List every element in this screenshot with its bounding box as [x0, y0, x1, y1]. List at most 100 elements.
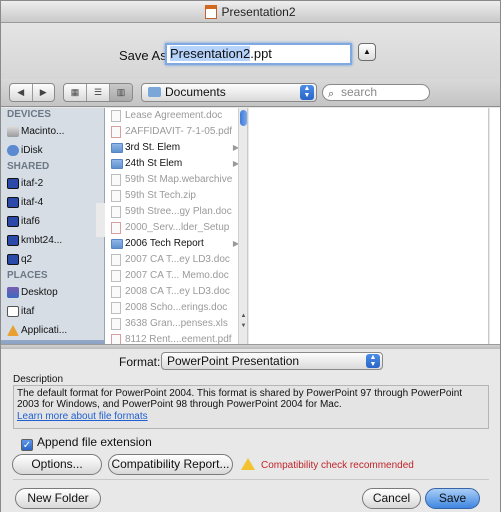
scroll-thumb[interactable]: [240, 110, 247, 126]
sidebar-item-label: itaf6: [21, 216, 40, 227]
sidebar-item-label: itaf-4: [21, 197, 44, 208]
list-item[interactable]: 24th St Elem ▶: [105, 156, 247, 172]
forward-arrow-icon[interactable]: ▶: [33, 84, 55, 101]
file-column: Lease Agreement.doc 2AFFIDAVIT- 7-1-05.pd…: [105, 108, 248, 344]
hard-disk-icon: [7, 126, 19, 137]
scroll-up-arrow-icon[interactable]: ▲: [239, 312, 247, 321]
sidebar-item-label: Applicati...: [21, 325, 68, 336]
compatibility-warning: Compatibility check recommended: [241, 458, 414, 473]
warning-icon: [241, 458, 255, 470]
format-popup[interactable]: PowerPoint Presentation ▲ ▼: [161, 352, 383, 370]
document-icon: [111, 222, 121, 234]
computer-icon: [7, 178, 19, 189]
sidebar-item-label: itaf-2: [21, 178, 44, 189]
list-item[interactable]: 3rd St. Elem ▶: [105, 140, 247, 156]
search-icon: ⌕: [328, 88, 335, 100]
icon-view-icon[interactable]: ▦: [64, 84, 87, 101]
popup-arrows-icon: ▲ ▼: [366, 354, 380, 368]
save-button[interactable]: Save: [425, 488, 480, 509]
list-item: 3638 Gran...penses.xls: [105, 316, 247, 332]
list-view-icon[interactable]: ☰: [87, 84, 110, 101]
sidebar-item[interactable]: kmbt24...: [1, 231, 104, 250]
save-as-input[interactable]: Presentation2.ppt: [165, 43, 352, 65]
warning-text: Compatibility check recommended: [261, 460, 414, 471]
scroll-down-arrow-icon[interactable]: ▼: [239, 322, 247, 331]
append-extension-checkbox[interactable]: ✓ Append file extension: [21, 435, 152, 451]
sidebar-item[interactable]: q2: [1, 250, 104, 269]
sidebar-item[interactable]: Macinto...: [1, 122, 104, 141]
sidebar-section-header[interactable]: SHARED: [1, 160, 104, 174]
sidebar-item[interactable]: iDisk: [1, 141, 104, 160]
applications-icon: [7, 325, 19, 336]
document-icon: [111, 286, 121, 298]
format-area: Format: PowerPoint Presentation ▲ ▼ Descr…: [1, 349, 500, 512]
document-icon: [111, 254, 121, 266]
compatibility-report-button[interactable]: Compatibility Report...: [108, 454, 233, 475]
sidebar-section-header[interactable]: PLACES: [1, 269, 104, 283]
options-button[interactable]: Options...: [12, 454, 102, 475]
home-icon: [7, 306, 19, 317]
sidebar-item[interactable]: Desktop: [1, 283, 104, 302]
title-bar: Presentation2: [1, 1, 500, 23]
document-icon: [111, 318, 121, 330]
computer-icon: [7, 235, 19, 246]
sidebar-section-header[interactable]: DEVICES: [1, 108, 104, 122]
save-as-label: Save As:: [119, 48, 171, 63]
document-icon: [111, 174, 121, 186]
file-column-scrollbar[interactable]: ▲ ▼: [238, 108, 247, 344]
sidebar-scrollbar[interactable]: [96, 203, 105, 237]
file-name: 2000_Serv...lder_Setup: [125, 222, 230, 233]
document-icon: [111, 190, 121, 202]
list-item: Lease Agreement.doc: [105, 108, 247, 124]
file-name: 3rd St. Elem: [125, 142, 181, 153]
column-view-icon[interactable]: ▥: [110, 84, 132, 101]
idisk-icon: [7, 145, 19, 156]
file-name: 59th Stree...gy Plan.doc: [125, 206, 232, 217]
sidebar-item-label: kmbt24...: [21, 235, 63, 246]
new-folder-button[interactable]: New Folder: [15, 488, 101, 509]
file-name: 24th St Elem: [125, 158, 183, 169]
sidebar-item[interactable]: itaf: [1, 302, 104, 321]
file-name: 2008 Scho...erings.doc: [125, 302, 228, 313]
sidebar-item[interactable]: itaf-4: [1, 193, 104, 212]
description-box: The default format for PowerPoint 2004. …: [13, 385, 489, 429]
file-name: 59th St Map.webarchive: [125, 174, 233, 185]
browser-toolbar: ◀ ▶ ▦ ☰ ▥ Documents ▲ ▼ ⌕ search: [1, 79, 500, 107]
learn-more-link[interactable]: Learn more about file formats: [17, 411, 485, 422]
list-item: 2000_Serv...lder_Setup: [105, 220, 247, 236]
back-forward-buttons[interactable]: ◀ ▶: [9, 83, 55, 102]
sidebar-item[interactable]: itaf-2: [1, 174, 104, 193]
filename-extension: .ppt: [250, 46, 272, 61]
file-name: 59th St Tech.zip: [125, 190, 196, 201]
save-dialog: Presentation2 Save As: Presentation2.ppt…: [0, 0, 501, 512]
document-icon: [111, 110, 121, 122]
collapse-dialog-button[interactable]: ▲: [358, 43, 376, 61]
sidebar-item[interactable]: itaf6: [1, 212, 104, 231]
cancel-button[interactable]: Cancel: [362, 488, 421, 509]
computer-icon: [7, 197, 19, 208]
back-arrow-icon[interactable]: ◀: [10, 84, 33, 101]
format-value: PowerPoint Presentation: [167, 354, 300, 368]
sidebar: DEVICES Macinto... iDisk SHARED itaf-2 itaf-4…: [1, 108, 105, 344]
description-label: Description: [13, 374, 64, 385]
desktop-icon: [7, 287, 19, 298]
folder-icon: [111, 239, 123, 249]
file-name: 2007 CA T... Memo.doc: [125, 270, 229, 281]
search-field[interactable]: ⌕ search: [322, 84, 430, 101]
view-mode-buttons[interactable]: ▦ ☰ ▥: [63, 83, 133, 102]
filename-selection: Presentation2: [170, 46, 251, 61]
list-item: 2AFFIDAVIT- 7-1-05.pdf: [105, 124, 247, 140]
append-extension-label: Append file extension: [37, 435, 152, 449]
window-title: Presentation2: [221, 5, 296, 19]
list-item[interactable]: 2006 Tech Report ▶: [105, 236, 247, 252]
document-icon: [111, 334, 121, 344]
powerpoint-document-icon: [205, 5, 218, 19]
checkmark-icon[interactable]: ✓: [21, 439, 33, 451]
empty-column-2: [490, 108, 500, 344]
document-icon: [111, 270, 121, 282]
location-popup[interactable]: Documents ▲ ▼: [141, 83, 317, 102]
popup-arrows-icon: ▲ ▼: [300, 85, 314, 100]
sidebar-item-label: iDisk: [21, 145, 43, 156]
list-item: 59th Stree...gy Plan.doc: [105, 204, 247, 220]
sidebar-item[interactable]: Applicati...: [1, 321, 104, 340]
